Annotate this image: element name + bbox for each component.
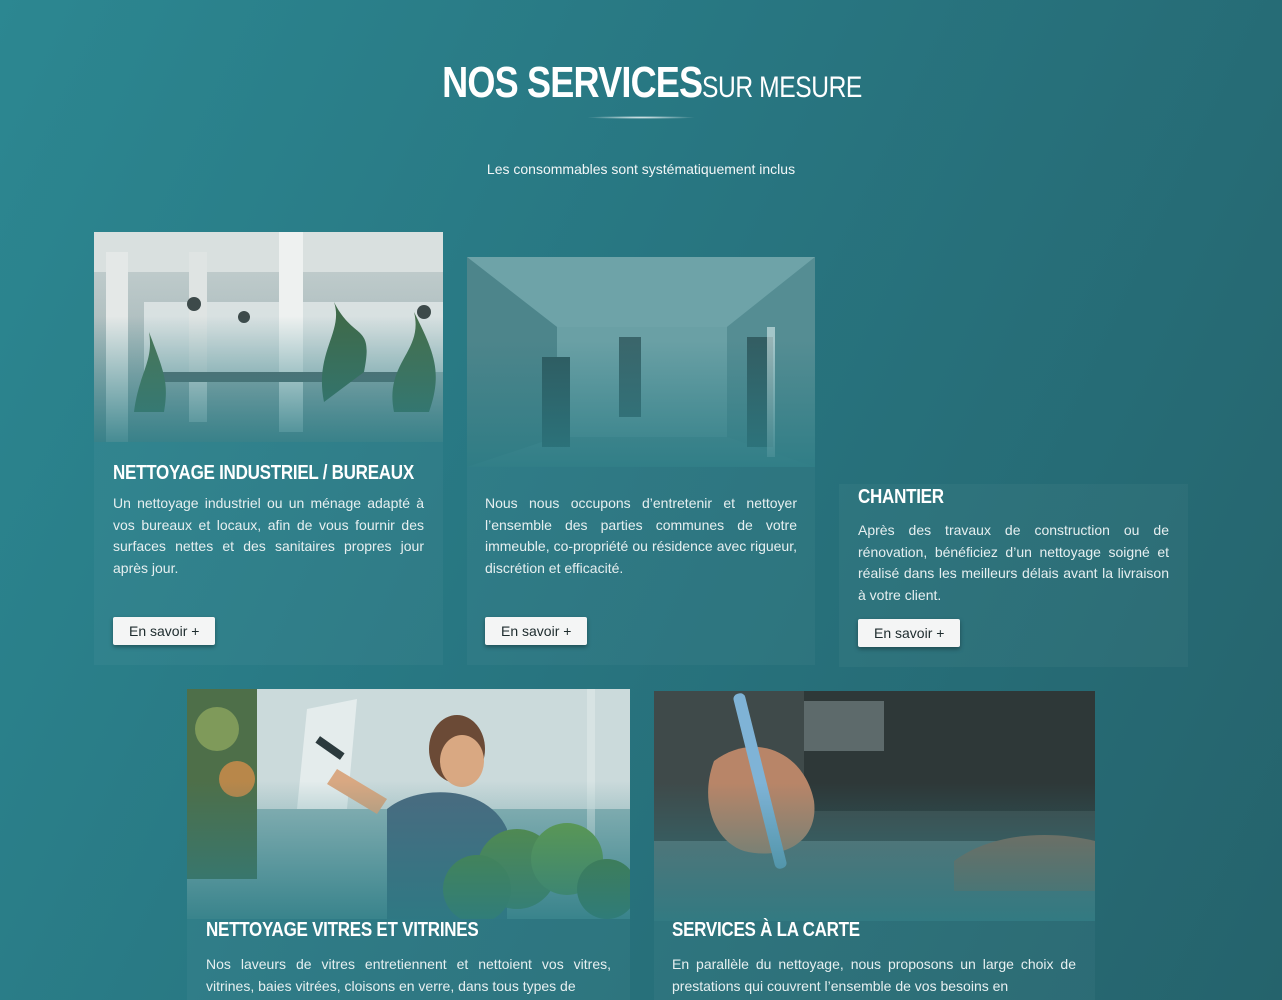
office-interior-photo: [94, 232, 443, 442]
hallway-photo: [467, 257, 815, 467]
card-title: NETTOYAGE INDUSTRIEL / BUREAUX: [113, 462, 414, 484]
section-header: NOS SERVICESSUR MESURE: [0, 58, 1282, 119]
en-savoir-button[interactable]: En savoir +: [485, 617, 588, 645]
card-text: En parallèle du nettoyage, nous proposon…: [672, 956, 1076, 994]
en-savoir-button[interactable]: En savoir +: [858, 619, 961, 647]
en-savoir-button[interactable]: En savoir +: [113, 617, 216, 645]
card-text: Un nettoyage industriel ou un ménage ada…: [113, 495, 424, 576]
writing-hand-photo: [654, 691, 1095, 921]
service-card-parties-communes: Nous nous occupons d’entretenir et netto…: [467, 257, 815, 665]
card-title: NETTOYAGE VITRES ET VITRINES: [206, 919, 479, 941]
card-title: SERVICES À LA CARTE: [672, 919, 860, 941]
section-title: NOS SERVICESSUR MESURE: [385, 58, 897, 108]
title-divider: [586, 116, 696, 119]
window-cleaner-photo: [187, 689, 630, 923]
card-text: Nos laveurs de vitres entretiennent et n…: [206, 956, 611, 994]
service-card-a-la-carte: SERVICES À LA CARTE En parallèle du nett…: [654, 691, 1095, 1000]
title-main: NOS SERVICES: [441, 58, 703, 107]
service-card-chantier: CHANTIER Après des travaux de constructi…: [839, 484, 1188, 667]
title-sub: SUR MESURE: [702, 71, 863, 104]
card-text: Après des travaux de construction ou de …: [858, 522, 1169, 603]
service-card-bureaux: NETTOYAGE INDUSTRIEL / BUREAUX Un nettoy…: [94, 232, 443, 665]
section-subtitle: Les consommables sont systématiquement i…: [486, 161, 796, 177]
card-text: Nous nous occupons d’entretenir et netto…: [485, 495, 797, 576]
card-title: CHANTIER: [858, 486, 944, 508]
service-card-vitres: NETTOYAGE VITRES ET VITRINES Nos laveurs…: [187, 689, 630, 1000]
